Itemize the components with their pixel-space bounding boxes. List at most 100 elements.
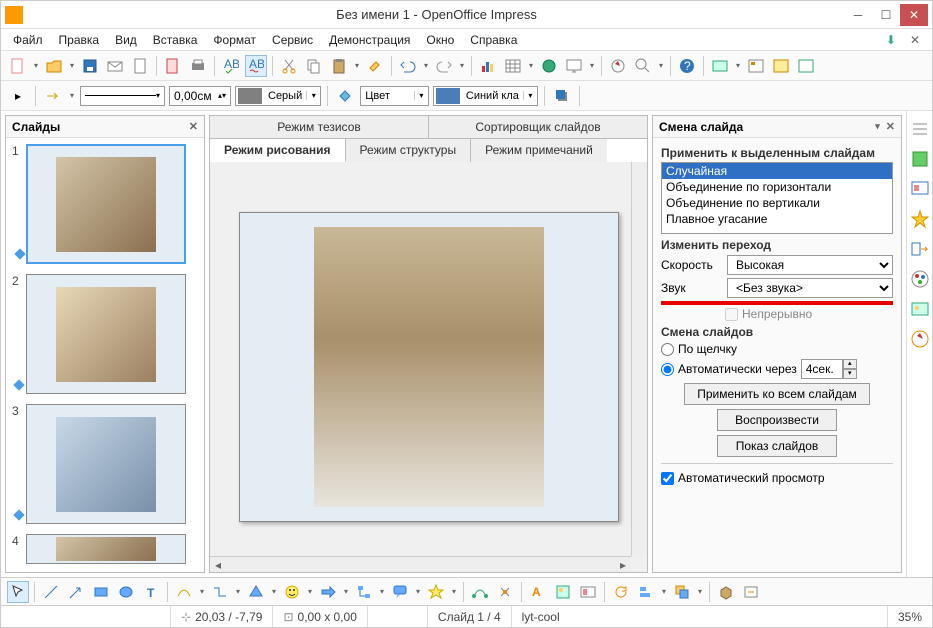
menu-window[interactable]: Окно [420,31,460,49]
arrow-style-icon[interactable] [42,85,64,107]
flowchart-icon[interactable] [353,581,375,603]
cut-icon[interactable] [278,55,300,77]
slide-thumbnail-4[interactable]: 4 [12,534,198,564]
presentation-icon[interactable] [563,55,585,77]
undo-dropdown[interactable]: ▾ [422,61,430,70]
menu-format[interactable]: Формат [207,31,262,49]
sound-select[interactable]: <Без звука> [727,278,893,298]
nav-icon[interactable] [910,329,930,349]
line-tool-icon[interactable] [40,581,62,603]
curve-tool-icon[interactable] [173,581,195,603]
help-icon[interactable]: ? [676,55,698,77]
speed-select[interactable]: Высокая [727,255,893,275]
shapes-dropdown[interactable]: ▾ [270,587,278,596]
vertical-scrollbar[interactable] [631,162,647,556]
layout-icon[interactable] [745,55,767,77]
task-pane-close-icon[interactable]: ✕ [886,120,895,133]
rect-tool-icon[interactable] [90,581,112,603]
transition-item[interactable]: Случайная [662,163,892,179]
redo-dropdown[interactable]: ▾ [458,61,466,70]
menu-file[interactable]: Файл [7,31,49,49]
new-doc-dropdown[interactable]: ▾ [32,61,40,70]
transition-item[interactable]: Объединение по горизонтали [662,179,892,195]
line-width-input[interactable]: 0,00см▴▾ [169,86,231,106]
slide-design-icon[interactable] [770,55,792,77]
tab-sorter[interactable]: Сортировщик слайдов [429,116,647,138]
on-click-radio[interactable] [661,343,674,356]
star-icon[interactable] [910,209,930,229]
slide-dropdown[interactable]: ▾ [734,61,742,70]
select-tool-icon[interactable] [7,581,29,603]
cube-icon[interactable] [910,149,930,169]
menu-edit[interactable]: Правка [53,31,106,49]
redo-icon[interactable] [433,55,455,77]
symbol-dropdown[interactable]: ▾ [306,587,314,596]
transition-item[interactable]: Плавное угасание [662,211,892,227]
spellcheck-icon[interactable]: ABC [220,55,242,77]
transition-list[interactable]: Случайная Объединение по горизонтали Объ… [661,162,893,234]
status-zoom[interactable]: 35% [888,606,932,627]
glue-icon[interactable] [494,581,516,603]
line-color-select[interactable]: Серый▾ [235,86,321,106]
from-file-icon[interactable] [552,581,574,603]
callout-icon[interactable] [389,581,411,603]
gallery-icon[interactable] [910,299,930,319]
hyperlink-icon[interactable] [538,55,560,77]
expand-icon[interactable]: ▸ [7,85,29,107]
save-icon[interactable] [79,55,101,77]
sidebar-menu-icon[interactable] [910,119,930,139]
presentation-dropdown[interactable]: ▾ [588,61,596,70]
slide-thumbnail-1[interactable]: 1 [12,144,198,264]
open-icon[interactable] [43,55,65,77]
undo-icon[interactable] [397,55,419,77]
block-arrow-icon[interactable] [317,581,339,603]
paste-icon[interactable] [328,55,350,77]
ellipse-tool-icon[interactable] [115,581,137,603]
tab-notes[interactable]: Режим примечаний [471,139,607,162]
tab-outline[interactable]: Режим тезисов [210,116,429,138]
slide-thumbnail-2[interactable]: 2 [12,274,198,394]
star-tool-icon[interactable] [425,581,447,603]
slide-icon[interactable] [709,55,731,77]
print-icon[interactable] [187,55,209,77]
paste-dropdown[interactable]: ▾ [353,61,361,70]
shapes-icon[interactable] [245,581,267,603]
minimize-button[interactable]: ─ [844,4,872,26]
maximize-button[interactable]: ☐ [872,4,900,26]
menu-view[interactable]: Вид [109,31,143,49]
palette-icon[interactable] [910,269,930,289]
zoom-dropdown[interactable]: ▾ [657,61,665,70]
master-pages-icon[interactable] [910,179,930,199]
extrusion-icon[interactable] [715,581,737,603]
callout-dropdown[interactable]: ▾ [414,587,422,596]
autospell-icon[interactable]: ABC [245,55,267,77]
copy-icon[interactable] [303,55,325,77]
menu-insert[interactable]: Вставка [147,31,204,49]
star-dropdown[interactable]: ▾ [450,587,458,596]
show-button[interactable]: Показ слайдов [717,435,837,457]
zoom-icon[interactable] [632,55,654,77]
connector-dropdown[interactable]: ▾ [234,587,242,596]
arrange-icon[interactable] [671,581,693,603]
rotate-icon[interactable] [610,581,632,603]
play-button[interactable]: Воспроизвести [717,409,837,431]
slide-thumbnail-3[interactable]: 3 [12,404,198,524]
spinner-down[interactable]: ▾ [843,369,857,379]
table-icon[interactable] [502,55,524,77]
curve-dropdown[interactable]: ▾ [198,587,206,596]
points-icon[interactable] [469,581,491,603]
export-pdf-icon[interactable] [162,55,184,77]
auto-after-input[interactable] [801,359,843,379]
spinner-up[interactable]: ▴ [843,359,857,369]
format-paint-icon[interactable] [364,55,386,77]
close-button[interactable]: ✕ [900,4,928,26]
canvas-area[interactable]: ◂▸ [209,162,648,573]
tab-structure[interactable]: Режим структуры [346,139,472,162]
apply-all-button[interactable]: Применить ко всем слайдам [684,383,870,405]
arrow-tool-icon[interactable] [65,581,87,603]
slide-canvas[interactable] [239,212,619,522]
tab-drawing[interactable]: Режим рисования [210,139,346,162]
arrow-style-dropdown[interactable]: ▾ [68,91,76,100]
fill-color-select[interactable]: Синий кла▾ [433,86,538,106]
align-dropdown[interactable]: ▾ [660,587,668,596]
